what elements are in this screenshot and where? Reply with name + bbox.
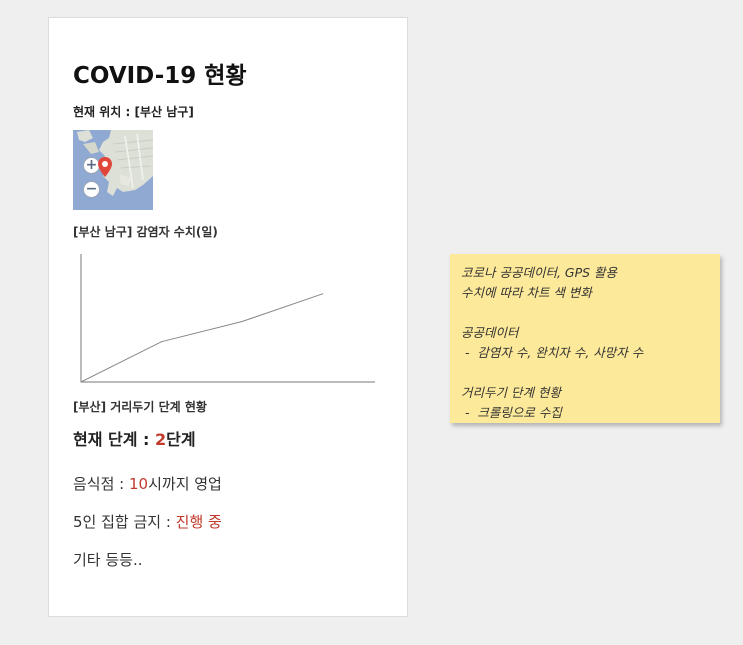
sticky-note-line: 공공데이터	[461, 325, 519, 340]
chart-point	[160, 341, 163, 343]
rule-restaurant: 음식점 : 10시까지 영업	[73, 473, 222, 494]
current-stage-value: 2	[155, 430, 167, 449]
current-stage-prefix: 현재 단계 :	[73, 430, 155, 449]
sticky-note-line	[461, 363, 709, 383]
distancing-stage-label: [부산] 거리두기 단계 현황	[73, 400, 207, 414]
rule-restaurant-prefix: 음식점 :	[73, 475, 129, 493]
chart-point	[241, 320, 243, 323]
sticky-note-line	[461, 303, 709, 323]
chart-label: [부산 남구] 감염자 수치(일)	[73, 225, 218, 239]
map-zoom-out-button[interactable]: −	[83, 181, 100, 198]
chart-point	[80, 381, 82, 383]
chart-series-line	[80, 293, 323, 383]
rule-etc: 기타 등등..	[73, 551, 143, 569]
sticky-note-line: - 크롤링으로 수집	[461, 405, 562, 420]
sticky-note-line: - 감염자 수, 완치자 수, 사망자 수	[461, 345, 644, 360]
current-stage-suffix: 단계	[166, 430, 196, 449]
chart-point	[322, 293, 324, 295]
sticky-note-line: 거리두기 단계 현황	[461, 385, 561, 400]
rule-gathering-value: 진행 중	[175, 513, 222, 531]
covid-status-card: COVID-19 현황 현재 위치 : [부산 남구] + − [부산 남구] …	[48, 17, 408, 617]
rule-restaurant-suffix: 시까지 영업	[148, 475, 222, 493]
rule-gathering-prefix: 5인 집합 금지 :	[73, 513, 176, 531]
infection-line-chart	[80, 254, 375, 383]
rule-gathering-ban: 5인 집합 금지 : 진행 중	[73, 511, 222, 532]
current-location-label: 현재 위치 : [부산 남구]	[73, 105, 194, 119]
sticky-note: 코로나 공공데이터, GPS 활용 수치에 따라 차트 색 변화 공공데이터 -…	[450, 254, 720, 423]
sticky-note-line: 코로나 공공데이터, GPS 활용	[461, 265, 618, 280]
sticky-note-line: 수치에 따라 차트 색 변화	[461, 285, 592, 300]
current-stage: 현재 단계 : 2단계	[73, 426, 196, 450]
location-map[interactable]: + −	[73, 130, 153, 210]
rule-restaurant-value: 10	[129, 475, 149, 493]
location-pin-icon	[98, 157, 112, 177]
page-title: COVID-19 현황	[73, 63, 247, 89]
